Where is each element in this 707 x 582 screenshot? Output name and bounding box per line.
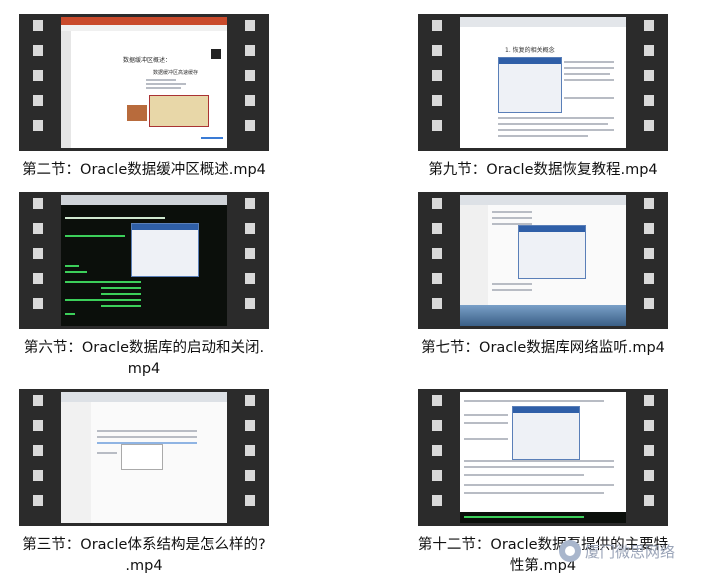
film-perforation (33, 120, 43, 131)
film-perforation (245, 273, 255, 284)
film-perforation (644, 470, 654, 481)
video-title-line: 第三节：Oracle体系结构是怎么样的? (22, 537, 266, 553)
film-perforation (432, 248, 442, 259)
film-perforation (33, 45, 43, 56)
video-thumbnail (460, 392, 626, 523)
video-title[interactable]: 第九节：Oracle数据恢复教程.mp4 (408, 160, 678, 181)
film-perforation (33, 95, 43, 106)
film-perforation (644, 95, 654, 106)
film-perforation (245, 70, 255, 81)
video-thumbnail: 数据缓冲区概述： 数据缓冲区高速缓存 (61, 17, 227, 148)
film-perforation (432, 445, 442, 456)
film-perforation (644, 395, 654, 406)
video-title-line: mp4 (127, 361, 161, 377)
film-perforation (644, 273, 654, 284)
film-perforation (644, 45, 654, 56)
film-perforation (644, 20, 654, 31)
video-title[interactable]: 第三节：Oracle体系结构是怎么样的? .mp4 (9, 535, 279, 577)
film-perforation (245, 395, 255, 406)
film-perforation (33, 420, 43, 431)
film-perforation (245, 470, 255, 481)
film-perforation (245, 95, 255, 106)
film-perforation (644, 445, 654, 456)
film-perforation (644, 495, 654, 506)
film-strip: 数据缓冲区概述： 数据缓冲区高速缓存 (19, 14, 269, 151)
film-perforation (33, 223, 43, 234)
film-perforation (33, 248, 43, 259)
video-title-line: 第六节：Oracle数据库的启动和关闭. (23, 340, 265, 356)
film-perforation (432, 95, 442, 106)
film-perforation (432, 495, 442, 506)
film-perforation (33, 273, 43, 284)
film-perforation (33, 70, 43, 81)
film-perforation (644, 298, 654, 309)
video-thumbnail: 1. 恢复的相关概念 (460, 17, 626, 148)
video-thumbnail (61, 195, 227, 326)
film-perforation (33, 395, 43, 406)
film-perforation (432, 470, 442, 481)
film-perforation (245, 495, 255, 506)
film-perforation (245, 20, 255, 31)
film-perforation (644, 198, 654, 209)
film-perforation (432, 223, 442, 234)
film-perforation (245, 45, 255, 56)
film-perforation (432, 273, 442, 284)
wechat-logo-icon (559, 540, 581, 562)
video-title[interactable]: 第七节：Oracle数据库网络监听.mp4 (408, 338, 678, 359)
film-strip (19, 192, 269, 329)
film-perforation (432, 395, 442, 406)
doc-heading: 1. 恢复的相关概念 (505, 47, 555, 54)
film-perforation (432, 70, 442, 81)
film-perforation (33, 20, 43, 31)
video-title-line: 第九节：Oracle数据恢复教程.mp4 (428, 162, 658, 178)
film-perforation (644, 223, 654, 234)
film-perforation (245, 198, 255, 209)
film-perforation (245, 120, 255, 131)
film-perforation (644, 420, 654, 431)
film-perforation (33, 495, 43, 506)
film-perforation (432, 420, 442, 431)
video-title[interactable]: 第二节：Oracle数据缓冲区概述.mp4 (9, 160, 279, 181)
film-perforation (33, 470, 43, 481)
film-perforation (245, 420, 255, 431)
film-perforation (245, 298, 255, 309)
slide-title: 数据缓冲区概述： (123, 57, 172, 64)
film-strip (418, 192, 668, 329)
film-perforation (432, 20, 442, 31)
film-perforation (245, 223, 255, 234)
video-title[interactable]: 第六节：Oracle数据库的启动和关闭. mp4 (9, 338, 279, 380)
film-strip (19, 389, 269, 526)
film-perforation (432, 120, 442, 131)
video-title-line: 第七节：Oracle数据库网络监听.mp4 (421, 340, 665, 356)
film-perforation (432, 198, 442, 209)
film-perforation (33, 298, 43, 309)
film-perforation (33, 445, 43, 456)
video-thumbnail (61, 392, 227, 523)
film-perforation (245, 248, 255, 259)
film-perforation (644, 120, 654, 131)
film-perforation (432, 298, 442, 309)
film-strip: 1. 恢复的相关概念 (418, 14, 668, 151)
watermark-text: 厦门微思网络 (585, 543, 676, 561)
film-strip (418, 389, 668, 526)
film-perforation (644, 248, 654, 259)
video-title-line: 第二节：Oracle数据缓冲区概述.mp4 (22, 162, 266, 178)
film-perforation (245, 445, 255, 456)
film-perforation (432, 45, 442, 56)
slide-subtitle: 数据缓冲区高速缓存 (153, 70, 199, 76)
film-perforation (33, 198, 43, 209)
video-title-line: .mp4 (125, 558, 163, 574)
video-thumbnail (460, 195, 626, 326)
film-perforation (644, 70, 654, 81)
